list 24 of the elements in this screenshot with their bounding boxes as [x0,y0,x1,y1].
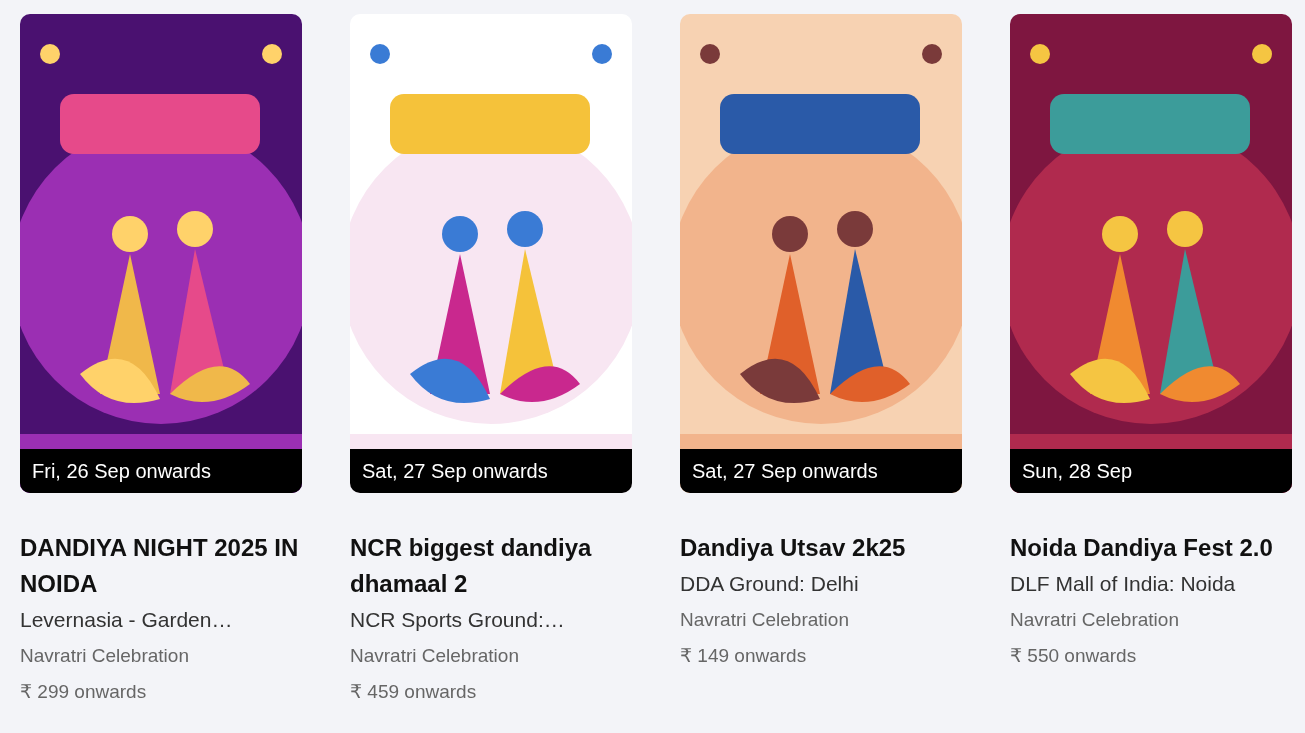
event-title[interactable]: DANDIYA NIGHT 2025 IN NOIDA [20,530,302,602]
event-poster[interactable]: Sun, 28 Sep [1010,14,1292,493]
event-title[interactable]: Dandiya Utsav 2k25 [680,530,962,566]
event-poster[interactable]: Sat, 27 Sep onwards [680,14,962,493]
event-date: Sat, 27 Sep onwards [350,449,632,493]
event-price: ₹ 550 onwards [1010,644,1138,668]
event-price: ₹ 149 onwards [680,644,808,668]
event-category: Navratri Celebration [350,644,520,668]
event-date: Sat, 27 Sep onwards [680,449,962,493]
event-venue: DLF Mall of India: Noida [1010,571,1237,597]
event-category: Navratri Celebration [1010,608,1180,632]
event-category: Navratri Celebration [680,608,850,632]
event-venue: DDA Ground: Delhi [680,571,860,597]
event-venue: Levernasia - Garden… [20,607,234,633]
event-poster[interactable]: Fri, 26 Sep onwards [20,14,302,493]
event-title[interactable]: Noida Dandiya Fest 2.0 [1010,530,1292,566]
event-price: ₹ 459 onwards [350,680,478,704]
event-title[interactable]: NCR biggest dandiya dhamaal 2 [350,530,632,602]
event-category: Navratri Celebration [20,644,190,668]
event-date: Sun, 28 Sep [1010,449,1292,493]
event-price: ₹ 299 onwards [20,680,148,704]
event-venue: NCR Sports Ground:… [350,607,566,633]
event-date: Fri, 26 Sep onwards [20,449,302,493]
event-poster[interactable]: Sat, 27 Sep onwards [350,14,632,493]
